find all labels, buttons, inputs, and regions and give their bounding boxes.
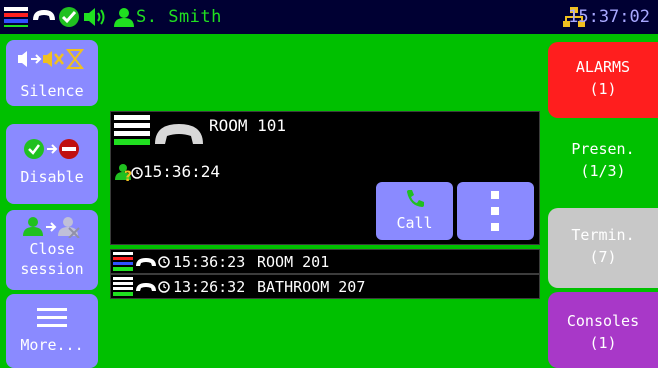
silence-button[interactable]: Silence: [6, 40, 98, 106]
row-room: ROOM 201: [257, 253, 330, 271]
mute-icon: [18, 49, 85, 69]
handset-icon: [136, 283, 156, 291]
speaker-icon: [84, 8, 105, 26]
level-bars-icon: [114, 115, 150, 145]
handset-icon: [33, 10, 55, 20]
silence-label: Silence: [20, 82, 84, 100]
handset-icon: [155, 124, 203, 144]
call-button[interactable]: Call: [376, 182, 453, 240]
screen: S. Smith 15:37:02 Silence Disable Close …: [0, 0, 658, 368]
tab-consoles[interactable]: Consoles (1): [548, 292, 658, 368]
disable-label: Disable: [20, 168, 84, 186]
tab-terminals-count: (7): [589, 248, 617, 266]
tab-alarms[interactable]: ALARMS (1): [548, 42, 658, 118]
disable-icon: [24, 139, 79, 159]
clock-icon: [158, 281, 170, 293]
row-room: BATHROOM 207: [257, 278, 366, 296]
menu-icon: [37, 308, 67, 327]
level-bars-icon: [4, 7, 28, 27]
user-icon: [114, 8, 134, 27]
handset-icon: [136, 258, 156, 266]
clock: 15:37:02: [568, 7, 650, 27]
tab-terminals-label: Termin.: [571, 226, 635, 244]
list-item[interactable]: 13:26:32 BATHROOM 207: [110, 274, 540, 299]
clock-icon: [131, 167, 143, 179]
call-panel[interactable]: ROOM 101 ? 15:36:24 Call: [110, 111, 540, 245]
clock-icon: [158, 256, 170, 268]
list-item[interactable]: 15:36:23 ROOM 201: [110, 249, 540, 274]
room-name: ROOM 101: [209, 116, 287, 135]
tab-alarms-label: ALARMS: [575, 58, 631, 76]
tab-alarms-count: (1): [589, 80, 617, 98]
disable-button[interactable]: Disable: [6, 124, 98, 204]
close-session-label-line1: Close: [29, 240, 75, 258]
check-circle-icon: [59, 7, 79, 27]
level-bars-icon: [113, 252, 133, 271]
options-button[interactable]: [457, 182, 534, 240]
tab-presence-count: (1/3): [580, 162, 626, 180]
user-name: S. Smith: [136, 7, 222, 27]
user-switch-icon: [23, 217, 80, 238]
status-bar: S. Smith 15:37:02: [0, 0, 658, 34]
tab-presence-label: Presen.: [571, 140, 635, 158]
call-time: 15:36:24: [143, 162, 221, 181]
more-button[interactable]: More...: [6, 294, 98, 368]
phone-icon: [407, 190, 424, 207]
row-time: 13:26:32: [173, 278, 246, 296]
close-session-label-line2: session: [20, 260, 84, 278]
more-vertical-icon: [491, 191, 499, 231]
call-label: Call: [396, 214, 433, 232]
tab-consoles-label: Consoles: [566, 312, 640, 330]
tab-consoles-count: (1): [589, 334, 617, 352]
level-bars-icon: [113, 277, 133, 296]
tab-terminals[interactable]: Termin. (7): [548, 208, 658, 288]
more-label: More...: [20, 336, 84, 354]
row-time: 15:36:23: [173, 253, 246, 271]
tab-presence[interactable]: Presen. (1/3): [548, 124, 658, 200]
close-session-button[interactable]: Close session: [6, 210, 98, 290]
